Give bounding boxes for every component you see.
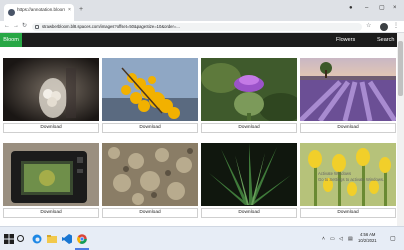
- download-button[interactable]: Download: [201, 123, 297, 133]
- browser-toolbar: ← → ↻ strawberbloom.bl8.spaces.com/image…: [0, 21, 404, 33]
- download-button[interactable]: Download: [201, 208, 297, 218]
- address-bar[interactable]: strawberbloom.bl8.spaces.com/images?offs…: [32, 23, 362, 31]
- download-button[interactable]: Download: [102, 123, 198, 133]
- photo-camera[interactable]: [3, 143, 99, 206]
- notification-icon[interactable]: ▢: [390, 235, 396, 242]
- tab-search-icon[interactable]: ●: [349, 5, 353, 12]
- scrollbar-thumb[interactable]: [398, 41, 403, 96]
- lock-icon: [35, 25, 39, 29]
- taskbar-search-icon[interactable]: [17, 235, 24, 242]
- page-scrollbar[interactable]: [397, 33, 404, 226]
- network-icon[interactable]: ▭: [330, 236, 335, 242]
- nav-search-link[interactable]: Search: [377, 33, 394, 47]
- file-explorer-icon[interactable]: [47, 234, 57, 244]
- chrome-icon[interactable]: [77, 234, 87, 244]
- download-button[interactable]: Download: [102, 208, 198, 218]
- close-window-button[interactable]: ×: [393, 5, 397, 12]
- favicon-icon: [8, 9, 15, 16]
- download-button[interactable]: Download: [300, 123, 396, 133]
- menu-icon[interactable]: ⋮: [393, 23, 399, 30]
- photo-lavender-field[interactable]: [300, 58, 396, 121]
- back-icon[interactable]: ←: [4, 23, 10, 30]
- photo-aloe-plant[interactable]: [201, 143, 297, 206]
- site-navbar: Bloom Flowers Search: [0, 33, 397, 47]
- edge-icon[interactable]: [32, 234, 42, 244]
- tray-chevron-icon[interactable]: ˄: [322, 236, 325, 242]
- download-button[interactable]: Download: [300, 208, 396, 218]
- maximize-button[interactable]: ▢: [379, 5, 385, 12]
- nav-flowers-link[interactable]: Flowers: [336, 33, 355, 47]
- browser-tabstrip: https://annotation.bloom × + ● – ▢ ×: [0, 0, 404, 21]
- activate-windows-watermark: Activate Windows Go to Settings to activ…: [318, 171, 384, 182]
- photo-bride-bouquet[interactable]: [3, 58, 99, 121]
- brand-logo[interactable]: Bloom: [0, 33, 22, 47]
- keyboard-icon[interactable]: ▤: [348, 236, 353, 242]
- download-button[interactable]: Download: [3, 208, 99, 218]
- star-icon[interactable]: ☆: [366, 23, 371, 30]
- watermark-subtitle: Go to Settings to activate Windows.: [318, 176, 385, 182]
- windows-start-icon[interactable]: [4, 234, 14, 244]
- download-button[interactable]: Download: [3, 123, 99, 133]
- photo-lichen-texture[interactable]: [102, 143, 198, 206]
- minimize-button[interactable]: –: [365, 5, 368, 12]
- vscode-icon[interactable]: [62, 234, 72, 244]
- photo-yellow-tree-blossom[interactable]: [102, 58, 198, 121]
- page-content: Bloom Flowers Search Download Download D…: [0, 33, 397, 226]
- avatar[interactable]: [380, 23, 388, 31]
- forward-icon[interactable]: →: [13, 23, 19, 30]
- volume-icon[interactable]: ◁: [339, 236, 343, 242]
- clock-date[interactable]: 10/2/2021: [358, 238, 377, 243]
- tab-title: https://annotation.bloom: [17, 7, 65, 12]
- windows-taskbar: ˄ ▭ ◁ ▤ 4:56 AM 10/2/2021 ▢: [0, 226, 404, 250]
- tab-close-icon[interactable]: ×: [68, 7, 71, 13]
- clock-time[interactable]: 4:56 AM: [360, 232, 375, 237]
- photo-artichoke-flower[interactable]: [201, 58, 297, 121]
- url-text: strawberbloom.bl8.spaces.com/images?offs…: [42, 24, 180, 29]
- reload-icon[interactable]: ↻: [22, 23, 27, 30]
- new-tab-button[interactable]: +: [79, 6, 83, 13]
- browser-tab[interactable]: https://annotation.bloom ×: [4, 4, 74, 21]
